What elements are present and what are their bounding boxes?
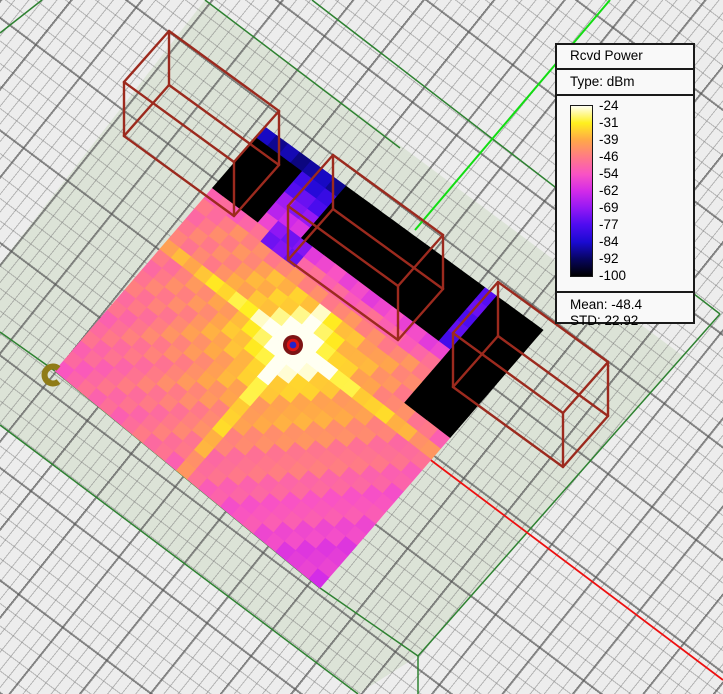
legend-scale-label: -31 <box>599 114 626 131</box>
legend-scale-label: -54 <box>599 165 626 182</box>
legend-scale-label: -77 <box>599 216 626 233</box>
transmitter-marker <box>283 335 303 355</box>
legend-mean-value: Mean: -48.4 <box>570 297 693 313</box>
legend-scale-label: -92 <box>599 250 626 267</box>
legend-scale-label: -39 <box>599 131 626 148</box>
receiver-marker <box>45 366 59 383</box>
legend-title: Rcvd Power <box>557 45 693 70</box>
legend-scale-label: -46 <box>599 148 626 165</box>
legend-scale: -24-31-39-46-54-62-69-77-84-92-100 <box>557 96 693 291</box>
x-axis-line <box>428 458 723 680</box>
legend-stats: Mean: -48.4 STD: 22.92 <box>557 291 693 329</box>
legend-std-value: STD: 22.92 <box>570 313 693 329</box>
legend-scale-label: -84 <box>599 233 626 250</box>
legend-scale-label: -69 <box>599 199 626 216</box>
legend-scale-label: -24 <box>599 97 626 114</box>
coverage-heatmap <box>55 127 543 588</box>
legend-type-label: Type: dBm <box>557 70 693 96</box>
app-viewport: Rcvd Power Type: dBm -24-31-39-46-54-62-… <box>0 0 723 694</box>
legend-scale-label: -62 <box>599 182 626 199</box>
legend-scale-label: -100 <box>599 267 626 284</box>
legend-colorbar <box>570 105 593 277</box>
legend-panel: Rcvd Power Type: dBm -24-31-39-46-54-62-… <box>555 43 695 324</box>
legend-scale-labels: -24-31-39-46-54-62-69-77-84-92-100 <box>599 97 626 284</box>
